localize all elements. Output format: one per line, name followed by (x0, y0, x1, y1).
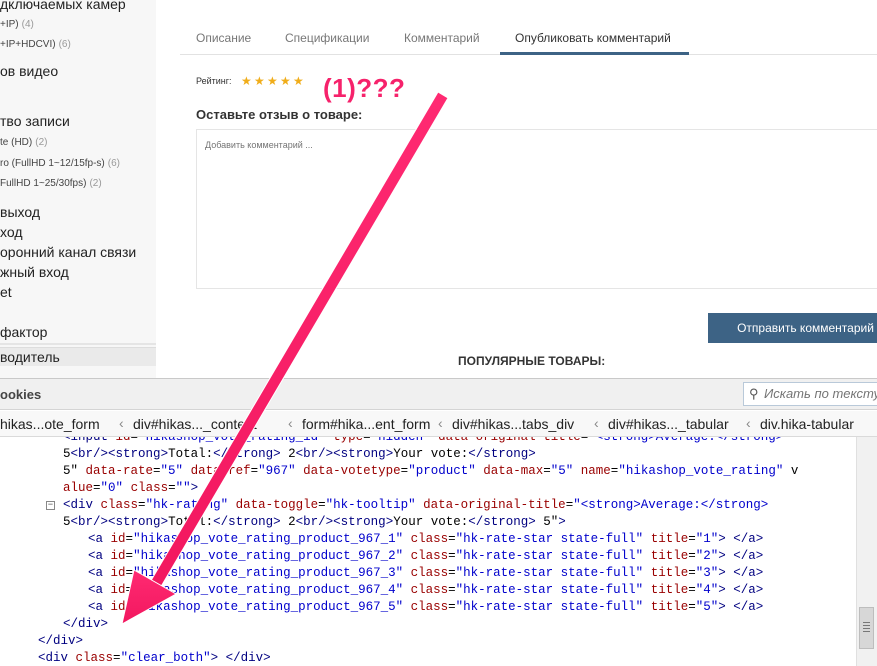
rating-label: Рейтинг: (196, 76, 232, 86)
sidebar-item[interactable]: +IP+HDCVI) (6) (0, 36, 71, 54)
sidebar-item-label: FullHD 1~25/30fps) (0, 178, 87, 189)
dom-tree: <input id="hikashop_vote_rating_id" type… (0, 437, 855, 666)
dom-tree-line[interactable]: <a id="hikashop_vote_rating_product_967_… (88, 548, 763, 565)
dom-tree-line[interactable]: <a id="hikashop_vote_rating_product_967_… (88, 531, 763, 548)
sidebar-item-label: ro (FullHD 1~12/15fp-s) (0, 158, 105, 169)
sidebar-item-label: ов видео (0, 63, 59, 79)
grip-icon (863, 622, 870, 632)
sidebar-item[interactable]: te (HD) (2) (0, 134, 47, 152)
sidebar-item[interactable]: выход (0, 203, 40, 221)
breadcrumb-item[interactable]: div#hikas..._content (133, 416, 257, 432)
sidebar-item-count: (2) (89, 178, 102, 189)
dom-tree-line[interactable]: <div class="clear_both"> </div> (38, 650, 271, 666)
sidebar-item-count: (2) (35, 137, 48, 148)
dom-tree-line[interactable]: <a id="hikashop_vote_rating_product_967_… (88, 565, 763, 582)
sidebar-item-label: оронний канал связи (0, 244, 137, 260)
sidebar-item[interactable]: +IP) (4) (0, 16, 34, 34)
dom-tree-line[interactable]: <a id="hikashop_vote_rating_product_967_… (88, 599, 763, 616)
review-heading: Оставьте отзыв о товаре: (196, 107, 363, 122)
dom-tree-line[interactable]: 5<br/><strong>Total:</strong> 2<br/><str… (63, 514, 566, 531)
star-icon[interactable]: ★ (293, 75, 305, 87)
search-icon: ⚲ (749, 386, 759, 401)
breadcrumb-separator-icon: ‹ (288, 415, 293, 431)
sidebar-item[interactable]: дключаемых камер (0, 0, 126, 13)
sidebar-item[interactable]: жный вход (0, 263, 69, 281)
breadcrumb-item[interactable]: div#hikas...tabs_div (452, 416, 574, 432)
devtools-title: ookies (0, 387, 42, 402)
breadcrumb-item[interactable]: div.hika-tabular (760, 416, 854, 432)
dom-tree-line[interactable]: </div> (63, 616, 108, 633)
breadcrumb-separator-icon: ‹ (119, 415, 124, 431)
sidebar-item-label: +IP+HDCVI) (0, 39, 56, 50)
sidebar-item-count: (6) (107, 158, 120, 169)
sidebar-item[interactable]: ход (0, 223, 23, 241)
breadcrumb-separator-icon: ‹ (594, 415, 599, 431)
sidebar-item[interactable]: et (0, 283, 12, 301)
sidebar-item-label: жный вход (0, 264, 69, 280)
star-icon[interactable]: ★ (267, 75, 279, 87)
sidebar-item-label: водитель (0, 349, 60, 365)
sidebar-item-label: дключаемых камер (0, 0, 126, 12)
product-tabs: Описание Спецификации Комментарий Опубли… (180, 22, 877, 55)
sidebar-item-label: ход (0, 224, 23, 240)
sidebar-item[interactable]: водитель (0, 347, 156, 366)
search-input[interactable] (764, 386, 877, 401)
comment-textarea[interactable] (196, 129, 877, 289)
breadcrumb-separator-icon: ‹ (438, 415, 443, 431)
sidebar-item[interactable]: ro (FullHD 1~12/15fp-s) (6) (0, 155, 120, 173)
sidebar-item[interactable]: ов видео (0, 62, 58, 80)
active-tab-indicator (500, 52, 689, 55)
sidebar-item-label: фактор (0, 324, 48, 340)
sidebar-divider (0, 343, 156, 345)
dom-tree-line[interactable]: <a id="hikashop_vote_rating_product_967_… (88, 582, 763, 599)
tab-comments[interactable]: Комментарий (404, 31, 480, 45)
tab-description[interactable]: Описание (196, 31, 251, 45)
star-icon[interactable]: ★ (241, 75, 253, 87)
dom-tree-line[interactable]: </div> (38, 633, 83, 650)
sidebar-item-count: (4) (21, 19, 34, 30)
sidebar-item-label: выход (0, 204, 40, 220)
sidebar-item-label: et (0, 284, 12, 300)
annotation-text: (1)??? (323, 73, 406, 103)
dom-tree-line[interactable]: <input id="hikashop_vote_rating_id" type… (63, 437, 783, 446)
breadcrumb-item[interactable]: form#hika...ent_form (302, 416, 430, 432)
submit-comment-button[interactable]: Отправить комментарий (708, 313, 877, 343)
collapse-toggle-icon[interactable]: − (46, 501, 55, 510)
star-icon[interactable]: ★ (280, 75, 292, 87)
tab-specifications[interactable]: Спецификации (285, 31, 369, 45)
sidebar-item[interactable]: оронний канал связи (0, 243, 136, 261)
breadcrumb-separator-icon: ‹ (746, 415, 751, 431)
category-sidebar: дключаемых камер +IP) (4) +IP+HDCVI) (6) ов в… (0, 0, 156, 378)
dom-tree-line[interactable]: 5" data-rate="5" data-ref="967" data-vot… (63, 463, 798, 480)
sidebar-item-label: te (HD) (0, 137, 33, 148)
dom-tree-line[interactable]: alue="0" class=""> (63, 480, 198, 497)
sidebar-item-count: (6) (58, 39, 71, 50)
sidebar-item-label: +IP) (0, 19, 19, 30)
dom-tree-line[interactable]: <div class="hk-rating" data-toggle="hk-t… (63, 497, 768, 514)
dom-breadcrumb: hikas...ote_form ‹ div#hikas..._content ‹ fo… (0, 411, 877, 437)
sidebar-item[interactable]: тво записи (0, 112, 70, 130)
sidebar-item[interactable]: FullHD 1~25/30fps) (2) (0, 175, 102, 193)
devtools-search[interactable]: ⚲ (743, 382, 877, 406)
star-icon[interactable]: ★ (254, 75, 266, 87)
devtools-panel: ookies ⚲ hikas...ote_form ‹ div#hikas..._c… (0, 378, 877, 666)
web-page: дключаемых камер +IP) (4) +IP+HDCVI) (6) ов в… (0, 0, 877, 378)
dom-tree-scrollbar[interactable] (856, 437, 877, 666)
breadcrumb-item[interactable]: div#hikas..._tabular (608, 416, 729, 432)
scrollbar-thumb[interactable] (859, 607, 874, 649)
dom-tree-line[interactable]: 5<br/><strong>Total:</strong> 2<br/><str… (63, 446, 536, 463)
sidebar-item-label: тво записи (0, 113, 70, 129)
popular-products-heading: ПОПУЛЯРНЫЕ ТОВАРЫ: (458, 354, 606, 368)
devtools-header: ookies ⚲ (0, 379, 877, 410)
tab-publish-comment[interactable]: Опубликовать комментарий (515, 31, 671, 45)
breadcrumb-item[interactable]: hikas...ote_form (0, 416, 100, 432)
sidebar-item[interactable]: фактор (0, 323, 47, 341)
